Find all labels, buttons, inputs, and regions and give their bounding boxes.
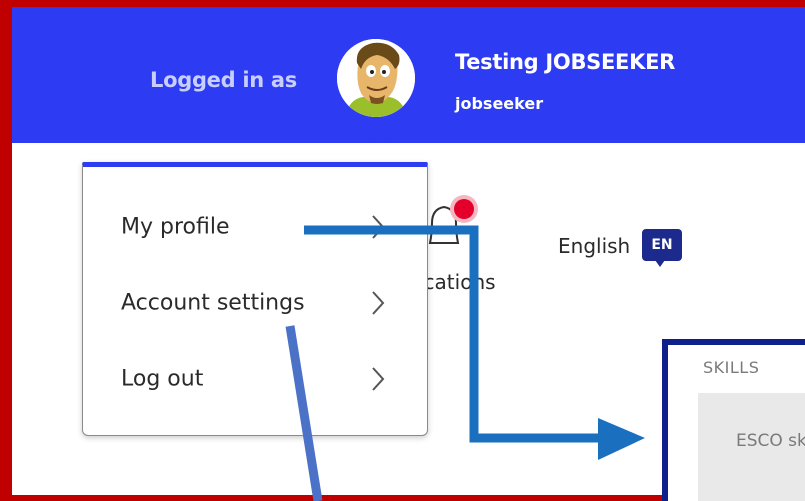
dropdown-caret — [366, 130, 394, 143]
logged-in-label: Logged in as — [150, 68, 297, 92]
skills-panel: SKILLS ESCO sk — [662, 339, 805, 501]
menu-item-label: Account settings — [121, 290, 305, 316]
user-role: jobseeker — [455, 94, 544, 113]
avatar[interactable] — [337, 39, 415, 117]
esco-skills-field[interactable]: ESCO sk — [698, 393, 805, 501]
notifications-button[interactable] — [420, 195, 490, 255]
skills-title: SKILLS — [703, 358, 760, 377]
menu-item-label: Log out — [121, 366, 204, 392]
menu-item-label: My profile — [121, 214, 230, 240]
user-name: Testing JOBSEEKER — [455, 50, 675, 74]
user-dropdown-menu: My profile Account settings Log out — [82, 162, 428, 436]
chevron-right-icon — [372, 367, 385, 391]
notifications-label: ications — [418, 270, 496, 294]
language-badge-tail — [655, 260, 665, 267]
language-badge[interactable]: EN — [642, 229, 682, 261]
menu-item-my-profile[interactable]: My profile — [83, 197, 427, 257]
chevron-right-icon — [372, 215, 385, 239]
avatar-image — [337, 39, 415, 117]
bell-icon — [428, 195, 478, 244]
chevron-right-icon — [372, 291, 385, 315]
esco-skills-placeholder: ESCO sk — [736, 431, 805, 451]
menu-item-account-settings[interactable]: Account settings — [83, 273, 427, 333]
menu-item-log-out[interactable]: Log out — [83, 349, 427, 409]
language-label[interactable]: English — [558, 234, 630, 258]
